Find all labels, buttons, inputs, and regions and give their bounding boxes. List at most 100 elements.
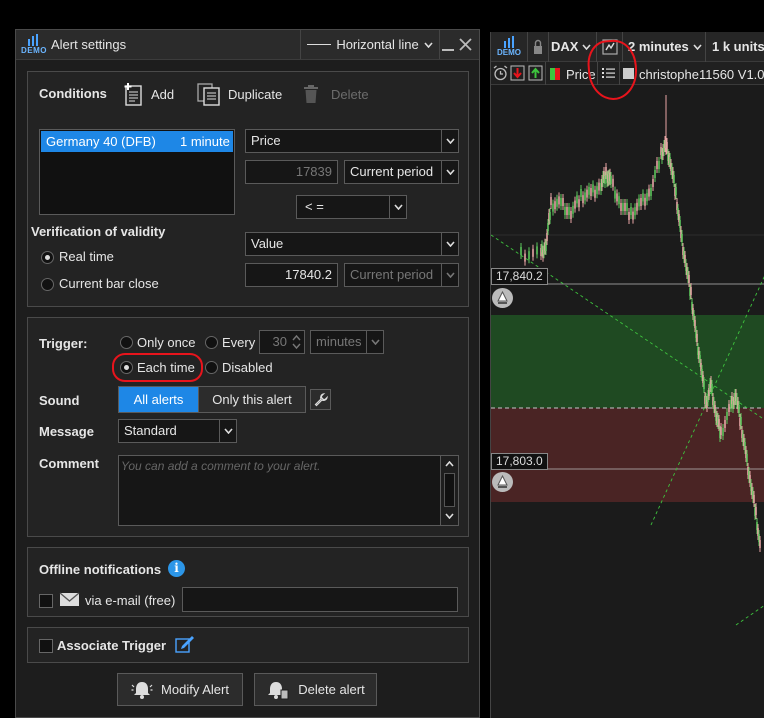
alert-settings-dialog: DEMO Alert settings Horizontal line Cond… xyxy=(15,29,480,718)
email-checkbox[interactable] xyxy=(39,594,53,608)
alarm-clock-icon[interactable] xyxy=(493,65,508,81)
bar-close-label: Current bar close xyxy=(59,276,159,291)
price-value-input[interactable]: 17839 xyxy=(245,160,338,184)
period-select[interactable]: Current period xyxy=(344,160,459,184)
chevron-down-icon[interactable] xyxy=(441,161,458,183)
close-icon[interactable] xyxy=(459,38,472,51)
condition-list-item[interactable]: Germany 40 (DFB) 1 minute xyxy=(41,131,233,152)
lower-price-value: 17,803.0 xyxy=(496,454,543,468)
candle-body xyxy=(524,253,526,262)
add-button[interactable]: Add xyxy=(123,80,174,108)
every-unit-select[interactable]: minutes xyxy=(310,330,384,354)
operator-select[interactable]: < = xyxy=(296,195,407,219)
dialog-title-bar[interactable]: DEMO Alert settings Horizontal line xyxy=(16,30,479,60)
candle-body xyxy=(520,247,522,255)
duplicate-button[interactable]: Duplicate xyxy=(196,80,282,108)
disabled-label: Disabled xyxy=(222,360,273,375)
instrument-selector[interactable]: DAX xyxy=(551,39,592,54)
message-select[interactable]: Standard xyxy=(118,419,237,443)
candle-body xyxy=(612,178,614,187)
target-value-input[interactable]: 17840.2 xyxy=(245,263,338,287)
demo-badge: DEMO xyxy=(20,34,48,56)
target-period-value: Current period xyxy=(350,267,434,282)
modify-alert-button[interactable]: Modify Alert xyxy=(117,673,243,706)
bell-icon xyxy=(131,681,153,699)
upper-price-value: 17,840.2 xyxy=(496,269,543,283)
comment-scrollbar[interactable] xyxy=(440,456,458,525)
stepper-arrows-icon[interactable] xyxy=(292,334,301,350)
info-icon[interactable]: i xyxy=(168,560,185,577)
chart-demo-text: DEMO xyxy=(497,48,521,57)
real-time-radio[interactable] xyxy=(41,251,54,264)
associate-trigger-checkbox[interactable] xyxy=(39,639,53,653)
chevron-down-icon[interactable] xyxy=(219,420,236,442)
scroll-up-icon[interactable] xyxy=(445,461,454,467)
chevron-down-icon[interactable] xyxy=(441,233,458,255)
candle-body xyxy=(740,417,742,425)
candle-body xyxy=(753,495,755,503)
envelope-icon xyxy=(59,592,80,606)
delete-label: Delete xyxy=(331,86,369,102)
offline-heading: Offline notifications xyxy=(39,562,162,577)
demo-badge-text: DEMO xyxy=(21,46,47,55)
offline-notifications-panel: Offline notifications i via e-mail (free… xyxy=(27,547,469,617)
candle-body xyxy=(552,203,554,212)
chevron-down-icon[interactable] xyxy=(389,196,406,218)
sound-all-alerts-button[interactable]: All alerts xyxy=(119,387,198,412)
duplicate-label: Duplicate xyxy=(228,86,283,102)
lower-alert-bell-icon[interactable] xyxy=(492,472,513,492)
delete-button[interactable]: Delete xyxy=(303,80,369,108)
chevron-down-icon[interactable] xyxy=(441,130,458,152)
candle-body xyxy=(582,195,584,204)
sell-icon[interactable] xyxy=(510,65,525,81)
buy-icon[interactable] xyxy=(528,65,543,81)
sound-settings-button[interactable] xyxy=(310,389,331,410)
candle-body xyxy=(626,203,628,211)
edit-icon[interactable] xyxy=(175,634,195,653)
bar-close-radio[interactable] xyxy=(41,278,54,291)
every-radio[interactable] xyxy=(205,336,218,349)
instrument-name: Germany 40 (DFB) xyxy=(46,134,156,149)
scroll-down-icon[interactable] xyxy=(445,513,454,519)
instrument-timeframe: 1 minute xyxy=(180,134,230,149)
candle-body xyxy=(681,234,683,242)
price-chart-area[interactable] xyxy=(491,85,764,718)
target-period-select[interactable]: Current period xyxy=(344,263,459,287)
red-highlight-annotation xyxy=(112,353,203,382)
email-address-input[interactable] xyxy=(182,587,458,612)
candle-body xyxy=(696,334,698,342)
drawing-type-dropdown[interactable]: Horizontal line xyxy=(300,30,440,59)
delete-alert-button[interactable]: Delete alert xyxy=(254,673,377,706)
minimize-icon[interactable] xyxy=(442,49,454,51)
every-value: 30 xyxy=(272,334,287,349)
timeframe-selector[interactable]: 2 minutes xyxy=(628,39,702,54)
chart-window[interactable]: DEMO DAX 2 minutes 1 k units Price chris… xyxy=(490,32,764,718)
sound-only-this-button[interactable]: Only this alert xyxy=(198,387,305,412)
candle-body xyxy=(755,507,757,515)
candle-body xyxy=(722,428,724,436)
candle-body xyxy=(652,179,654,187)
candle-body xyxy=(726,412,728,420)
disabled-radio[interactable] xyxy=(205,361,218,374)
condition-list[interactable]: Germany 40 (DFB) 1 minute xyxy=(39,129,235,215)
message-label: Message xyxy=(39,424,94,439)
indicator-user-label[interactable]: christophe11560 V1.0 xyxy=(639,67,764,82)
candle-body xyxy=(728,404,730,412)
only-once-radio[interactable] xyxy=(120,336,133,349)
target-type-select[interactable]: Value xyxy=(245,232,459,256)
candle-body xyxy=(536,246,538,255)
scrollbar-track[interactable] xyxy=(444,473,455,507)
condition-field-select[interactable]: Price xyxy=(245,129,459,153)
comment-textarea[interactable]: You can add a comment to your alert. xyxy=(118,455,459,526)
sound-segmented-control: All alerts Only this alert xyxy=(118,386,306,413)
chevron-down-icon[interactable] xyxy=(441,264,458,286)
chevron-down-icon[interactable] xyxy=(366,331,383,353)
candle-body xyxy=(688,275,690,283)
candle-body xyxy=(610,176,612,184)
candle-body xyxy=(738,405,740,413)
upper-alert-bell-icon[interactable] xyxy=(492,288,513,308)
candle-body xyxy=(630,207,632,215)
chart-units[interactable]: 1 k units xyxy=(712,39,764,54)
every-value-stepper[interactable]: 30 xyxy=(259,330,305,354)
lock-icon[interactable] xyxy=(532,39,544,55)
